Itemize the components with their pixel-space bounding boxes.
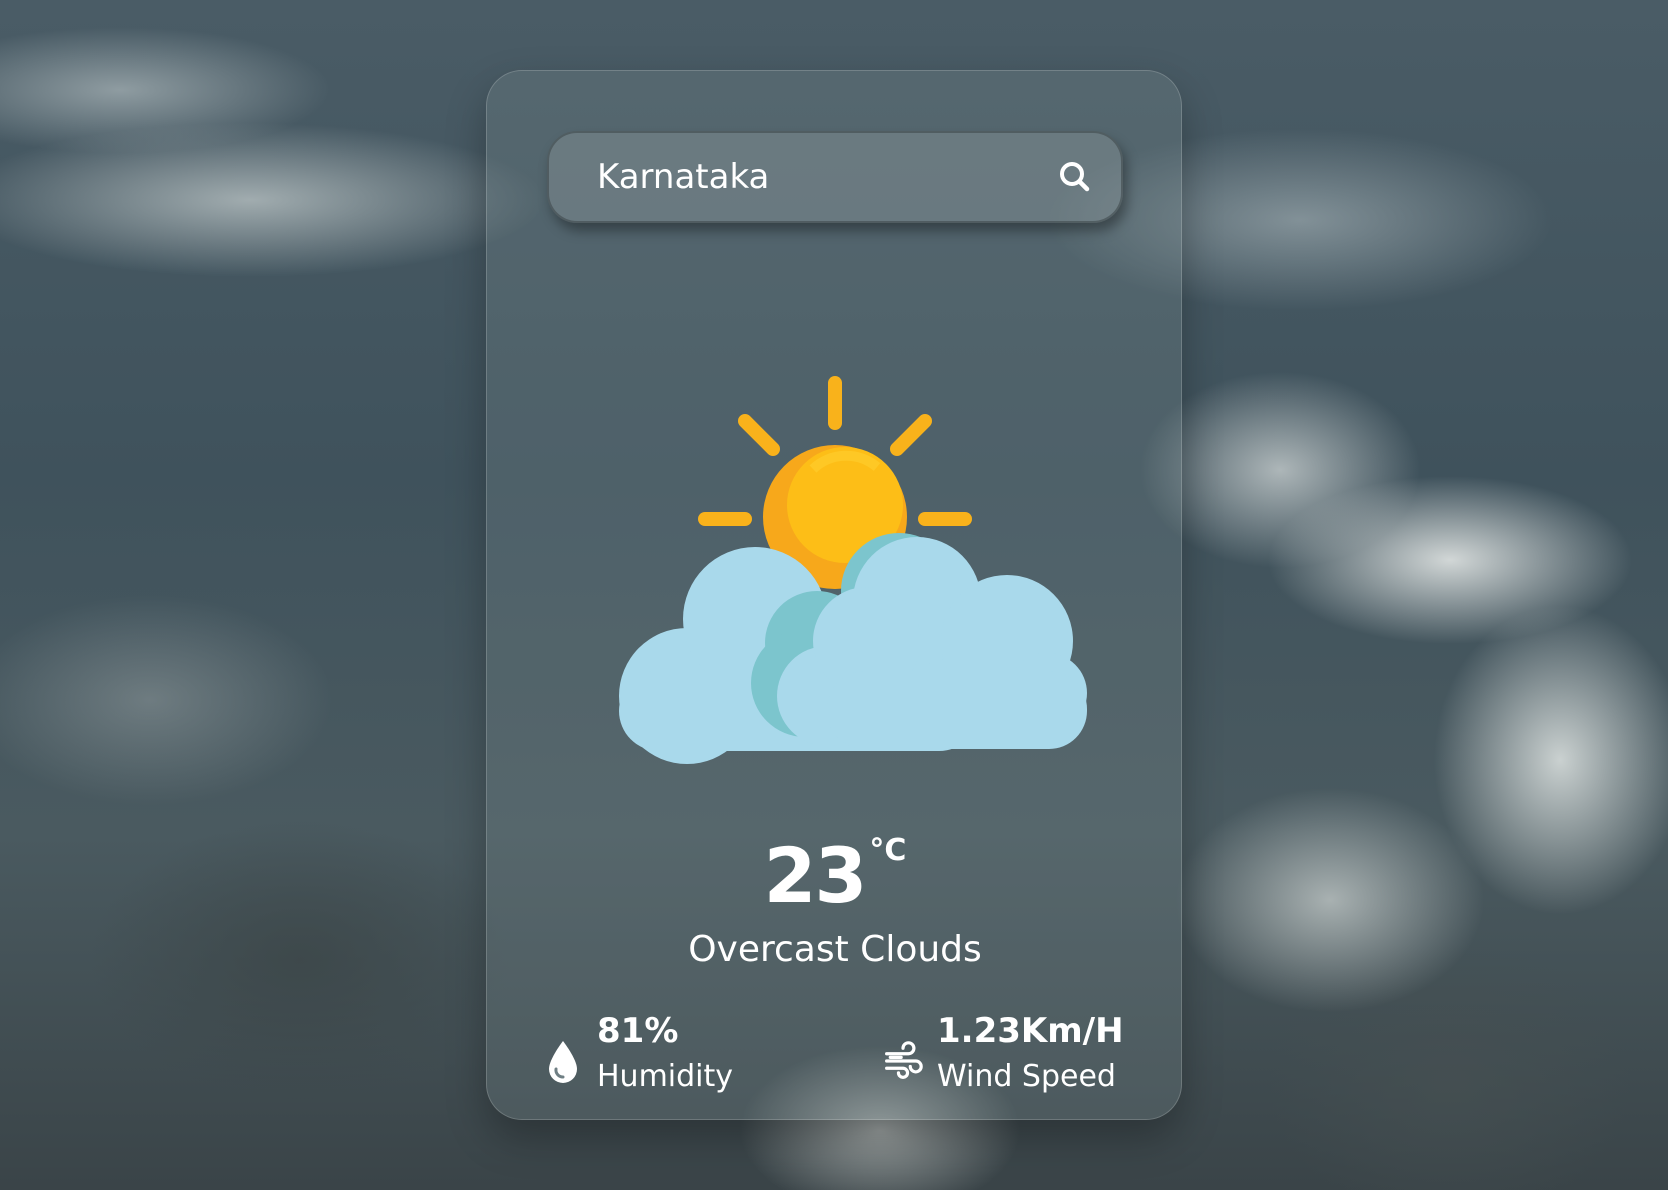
temperature-unit: °C (869, 833, 907, 868)
wind-icon (885, 1041, 923, 1079)
temperature-display: 23 °C (487, 831, 1183, 920)
wind-stat: 1.23Km/H Wind Speed (883, 1011, 1163, 1101)
search-bar (547, 131, 1123, 223)
wind-speed-label: Wind Speed (937, 1059, 1116, 1094)
weather-card: 23°C Overcast Clouds 81% Humidity 1.23Km… (486, 70, 1182, 1120)
temperature-value: 23 (763, 831, 868, 920)
humidity-value: 81% (597, 1011, 679, 1051)
search-icon[interactable] (1055, 157, 1095, 197)
wind-speed-value: 1.23Km/H (937, 1011, 1124, 1051)
water-drop-icon (549, 1041, 577, 1083)
partly-cloudy-icon (619, 376, 1087, 764)
humidity-stat: 81% Humidity (543, 1011, 803, 1101)
humidity-label: Humidity (597, 1059, 734, 1094)
weather-condition: Overcast Clouds (688, 929, 982, 970)
search-input[interactable] (597, 133, 1037, 221)
